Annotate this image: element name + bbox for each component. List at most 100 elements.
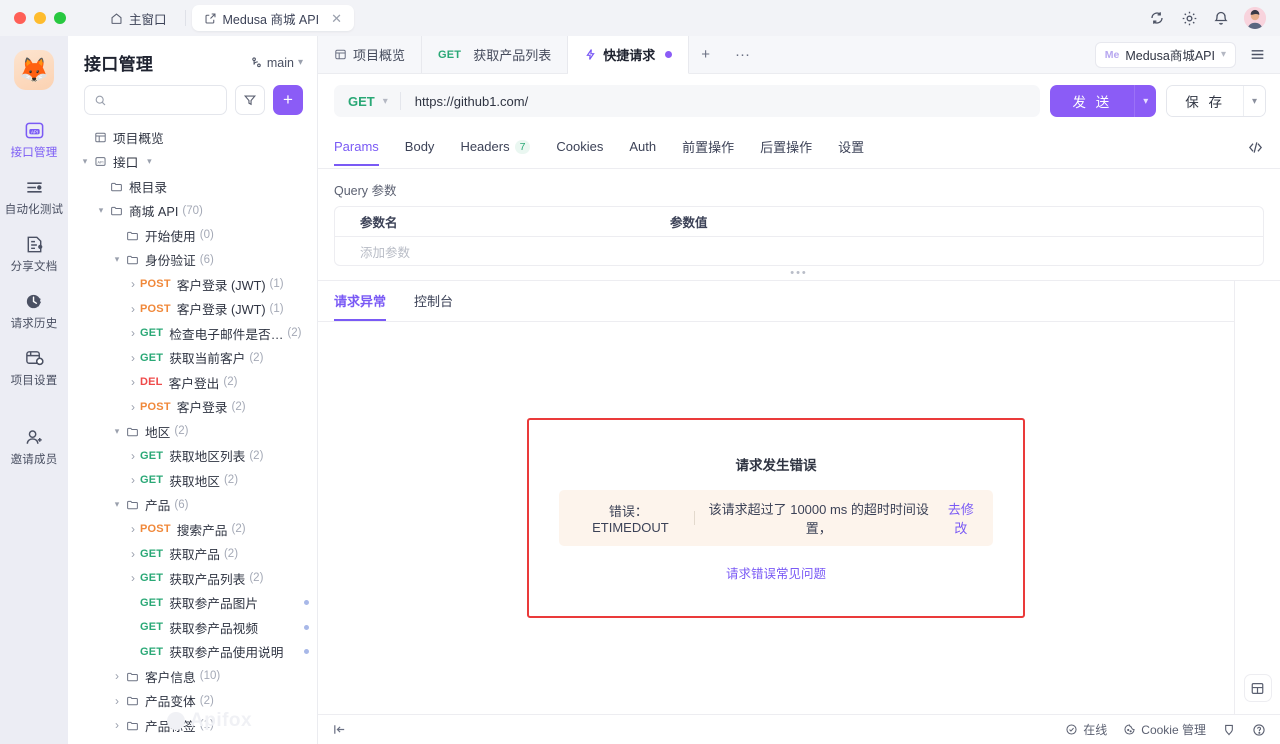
response-tab-strip[interactable]: 请求异常 控制台 — [318, 281, 1234, 322]
code-icon[interactable] — [1247, 139, 1264, 158]
rail-item-project-settings[interactable]: 项目设置 — [0, 340, 68, 397]
save-options-caret[interactable]: ▾ — [1243, 86, 1265, 116]
tab-get-product-list[interactable]: GET 获取产品列表 — [422, 36, 568, 73]
tree-folder-item[interactable]: ▾商城 API(70) — [68, 199, 317, 224]
window-tab-project[interactable]: Medusa 商城 API ✕ — [192, 5, 354, 31]
tree-api-item[interactable]: GET获取参产品使用说明 — [68, 640, 317, 665]
rail-item-api-management[interactable]: API 接口管理 — [0, 112, 68, 169]
save-button[interactable]: 保 存 — [1167, 86, 1243, 116]
url-box[interactable]: GET ▾ — [334, 85, 1040, 117]
send-button-group[interactable]: 发 送 ▾ — [1050, 85, 1156, 117]
layout-icon[interactable] — [1244, 674, 1272, 702]
request-tab-1[interactable]: Params — [334, 130, 379, 166]
tree-api-item[interactable]: GET获取参产品视频 — [68, 615, 317, 640]
chevron-right-icon[interactable]: › — [126, 522, 140, 536]
request-tab-3[interactable]: Headers7 — [460, 130, 530, 166]
tab-quick-request[interactable]: 快捷请求 — [568, 36, 689, 74]
minimize-window-button[interactable] — [34, 12, 46, 24]
tree-folder-item[interactable]: ›客户信息(10) — [68, 664, 317, 689]
url-input[interactable] — [401, 94, 1041, 109]
branch-selector[interactable]: main ▾ — [250, 56, 303, 70]
chevron-down-icon[interactable]: ▾ — [110, 426, 124, 437]
search-input[interactable] — [113, 93, 217, 107]
close-icon[interactable]: ✕ — [331, 12, 342, 25]
chevron-down-icon[interactable]: ▾ — [78, 156, 92, 167]
bookmark-icon[interactable] — [1222, 723, 1236, 737]
chevron-right-icon[interactable]: › — [126, 351, 140, 365]
save-button-group[interactable]: 保 存 ▾ — [1166, 85, 1266, 117]
bell-icon[interactable] — [1212, 9, 1230, 27]
tab-console[interactable]: 控制台 — [414, 281, 453, 321]
panel-resize-handle[interactable]: ••• — [318, 266, 1280, 280]
chevron-down-icon[interactable]: ▾ — [110, 499, 124, 510]
tree-folder-item[interactable]: ▾产品(6) — [68, 493, 317, 518]
menu-icon[interactable] — [1244, 42, 1270, 68]
send-options-caret[interactable]: ▾ — [1134, 85, 1156, 117]
table-row[interactable]: 添加参数 — [335, 237, 1263, 265]
chevron-right-icon[interactable]: › — [126, 277, 140, 291]
avatar[interactable] — [1244, 7, 1266, 29]
chevron-right-icon[interactable]: › — [110, 694, 124, 708]
chevron-down-icon[interactable]: ▾ — [110, 254, 124, 265]
send-button[interactable]: 发 送 — [1050, 85, 1134, 117]
tree-api-item[interactable]: ›POST搜索产品(2) — [68, 517, 317, 542]
rail-item-automated-test[interactable]: 自动化测试 — [0, 169, 68, 226]
tab-overflow-button[interactable]: ··· — [723, 36, 763, 73]
request-tab-6[interactable]: 前置操作 — [682, 128, 734, 168]
tree-folder-item[interactable]: 项目概览 — [68, 125, 317, 150]
request-tab-2[interactable]: Body — [405, 130, 435, 166]
tree-folder-item[interactable]: 开始使用(0) — [68, 223, 317, 248]
method-selector[interactable]: GET ▾ — [334, 94, 400, 109]
chevron-right-icon[interactable]: › — [126, 375, 140, 389]
maximize-window-button[interactable] — [54, 12, 66, 24]
rail-item-share-doc[interactable]: 分享文档 — [0, 226, 68, 283]
collapse-left-icon[interactable] — [332, 722, 347, 737]
request-tab-8[interactable]: 设置 — [838, 128, 864, 168]
sync-icon[interactable] — [1148, 9, 1166, 27]
tree-api-item[interactable]: ›GET检查电子邮件是否…(2) — [68, 321, 317, 346]
request-tab-strip[interactable]: ParamsBodyHeaders7CookiesAuth前置操作后置操作设置 — [318, 128, 1280, 169]
filter-icon[interactable] — [235, 85, 265, 115]
chevron-right-icon[interactable]: › — [126, 326, 140, 340]
tree-folder-item[interactable]: ▾API接口▾ — [68, 150, 317, 175]
cookie-manager[interactable]: Cookie 管理 — [1123, 721, 1206, 738]
window-tab-home[interactable]: 主窗口 — [98, 5, 179, 31]
add-button[interactable]: + — [273, 85, 303, 115]
gear-icon[interactable] — [1180, 9, 1198, 27]
tree-api-item[interactable]: ›POST客户登录 (JWT)(1) — [68, 297, 317, 322]
chevron-right-icon[interactable]: › — [126, 400, 140, 414]
tree-folder-item[interactable]: ▾身份验证(6) — [68, 248, 317, 273]
chevron-right-icon[interactable]: › — [126, 473, 140, 487]
api-tree[interactable]: 项目概览▾API接口▾根目录▾商城 API(70)开始使用(0)▾身份验证(6)… — [68, 125, 317, 744]
search-box[interactable] — [84, 85, 227, 115]
new-tab-button[interactable]: + — [689, 36, 723, 73]
close-window-button[interactable] — [14, 12, 26, 24]
window-controls[interactable] — [14, 12, 66, 24]
param-name-cell[interactable]: 添加参数 — [335, 242, 670, 261]
online-status[interactable]: 在线 — [1065, 721, 1107, 738]
chevron-down-icon[interactable]: ▾ — [94, 205, 108, 216]
rail-item-invite-member[interactable]: 邀请成员 — [0, 419, 68, 476]
error-fix-link[interactable]: 去修改 — [943, 499, 979, 537]
help-icon[interactable] — [1252, 723, 1266, 737]
tree-folder-item[interactable]: 根目录 — [68, 174, 317, 199]
tree-api-item[interactable]: ›DEL客户登出(2) — [68, 370, 317, 395]
tree-folder-item[interactable]: ›产品变体(2) — [68, 689, 317, 714]
chevron-right-icon[interactable]: › — [126, 571, 140, 585]
request-tab-4[interactable]: Cookies — [556, 130, 603, 166]
tree-api-item[interactable]: ›GET获取当前客户(2) — [68, 346, 317, 371]
tree-api-item[interactable]: ›POST客户登录(2) — [68, 395, 317, 420]
tree-api-item[interactable]: ›GET获取产品列表(2) — [68, 566, 317, 591]
error-faq-link[interactable]: 请求错误常见问题 — [559, 563, 993, 582]
tree-api-item[interactable]: ›GET获取地区列表(2) — [68, 444, 317, 469]
tree-folder-item[interactable]: ▾地区(2) — [68, 419, 317, 444]
tree-api-item[interactable]: ›GET获取地区(2) — [68, 468, 317, 493]
tree-api-item[interactable]: ›GET获取产品(2) — [68, 542, 317, 567]
tab-request-error[interactable]: 请求异常 — [334, 281, 386, 321]
project-selector[interactable]: Me Medusa商城API ▾ — [1095, 42, 1236, 68]
chevron-right-icon[interactable]: › — [126, 547, 140, 561]
tree-folder-item[interactable]: ›产品标签(1) — [68, 713, 317, 738]
chevron-right-icon[interactable]: › — [126, 302, 140, 316]
request-tab-5[interactable]: Auth — [629, 130, 656, 166]
tree-api-item[interactable]: ›POST客户登录 (JWT)(1) — [68, 272, 317, 297]
